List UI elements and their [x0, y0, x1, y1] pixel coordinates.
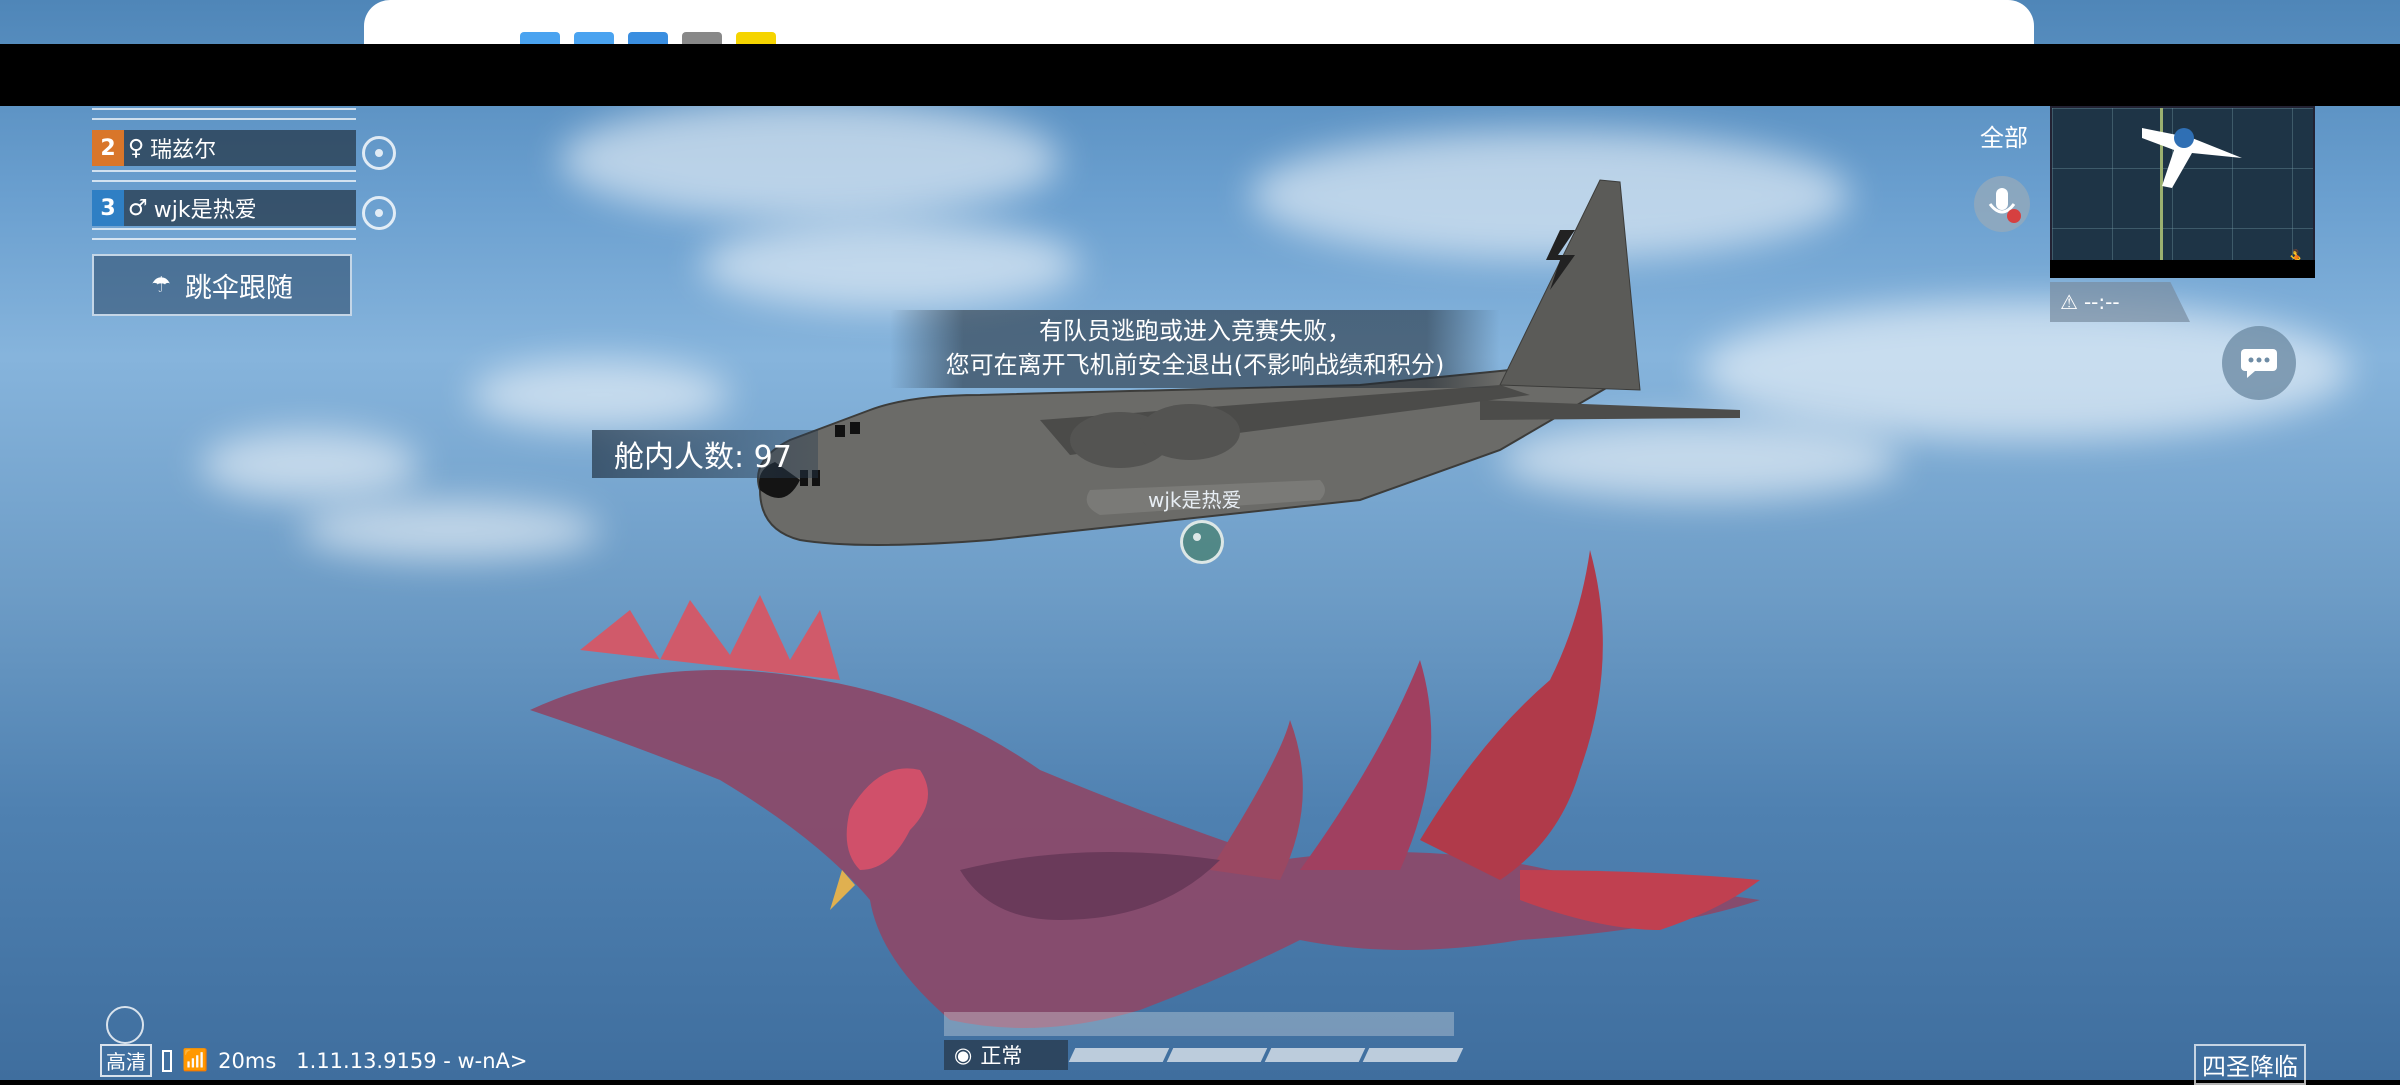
version-text: 1.11.13.9159 - w-nA> [296, 1048, 528, 1073]
female-icon: ♀ [128, 135, 145, 161]
team-separator [92, 170, 356, 182]
quality-badge[interactable]: 高清 [100, 1044, 152, 1077]
team-member-number: 3 [92, 190, 124, 226]
warning-icon: ⚠ [2060, 290, 2078, 314]
team-member-number: 2 [92, 130, 124, 166]
team-member-name: wjk是热爱 [153, 198, 257, 223]
compass-icon [106, 1006, 144, 1044]
phoenix-image [530, 550, 1760, 1028]
parachute-icon: ☂ [151, 272, 171, 298]
top-white-bar [364, 0, 2034, 46]
status-segment [1264, 1048, 1366, 1062]
ping-value: 20ms [218, 1048, 277, 1073]
status-bar: ◉ 正常 [944, 1040, 1464, 1070]
status-label: ◉ 正常 [944, 1040, 1068, 1070]
health-bar [944, 1012, 1454, 1036]
notice-banner: 有队员逃跑或进入竞赛失败， 您可在离开飞机前安全退出(不影响战绩和积分) [890, 310, 1500, 388]
team-member-name: 瑞兹尔 [150, 138, 217, 163]
signal-icon: ◉ [954, 1043, 973, 1067]
parachute-follow-button[interactable]: ☂ 跳伞跟随 [92, 254, 352, 316]
minimap-footer [2050, 260, 2315, 278]
notice-line-2: 您可在离开飞机前安全退出(不影响战绩和积分) [945, 351, 1445, 379]
zone-timer-value: --:-- [2083, 290, 2120, 314]
microphone-muted-icon [1988, 188, 2021, 223]
game-mode-label: 四圣降临 [2194, 1044, 2306, 1085]
team-separator [92, 228, 356, 240]
notice-line-1: 有队员逃跑或进入竞赛失败， [1039, 317, 1351, 345]
zone-timer: ⚠ --:-- [2050, 282, 2190, 322]
status-value: 正常 [980, 1044, 1023, 1068]
minimap[interactable]: 🏃 [2050, 106, 2315, 278]
chat-button[interactable] [2222, 326, 2296, 400]
battery-icon [162, 1049, 172, 1072]
parachute-follow-label: 跳伞跟随 [184, 272, 293, 304]
team-member-row[interactable]: 2 ♀ 瑞兹尔 [92, 130, 356, 166]
status-segment [1362, 1048, 1464, 1062]
steering-wheel-icon [1180, 520, 1224, 564]
voice-all-label[interactable]: 全部 [1980, 118, 2028, 153]
cloud [200, 430, 420, 500]
male-icon: ♂ [128, 195, 148, 221]
microphone-button[interactable] [1974, 176, 2030, 232]
status-segment [1068, 1048, 1170, 1062]
team-member-row[interactable]: 3 ♂ wjk是热爱 [92, 190, 356, 226]
player-name-tag: wjk是热爱 [1148, 488, 1242, 512]
network-status: 高清 📶 20ms 1.11.13.9159 - w-nA> [100, 1044, 528, 1077]
steering-wheel-icon [362, 196, 396, 230]
top-black-bar [0, 44, 2400, 106]
team-separator [92, 108, 356, 120]
steering-wheel-icon [362, 136, 396, 170]
cloud [470, 360, 730, 430]
cabin-count: 舱内人数: 97 [592, 430, 818, 478]
wifi-icon: 📶 [182, 1048, 209, 1072]
status-segment [1166, 1048, 1268, 1062]
airplane-marker-icon [2142, 128, 2242, 188]
chat-bubble-icon [2241, 349, 2277, 378]
